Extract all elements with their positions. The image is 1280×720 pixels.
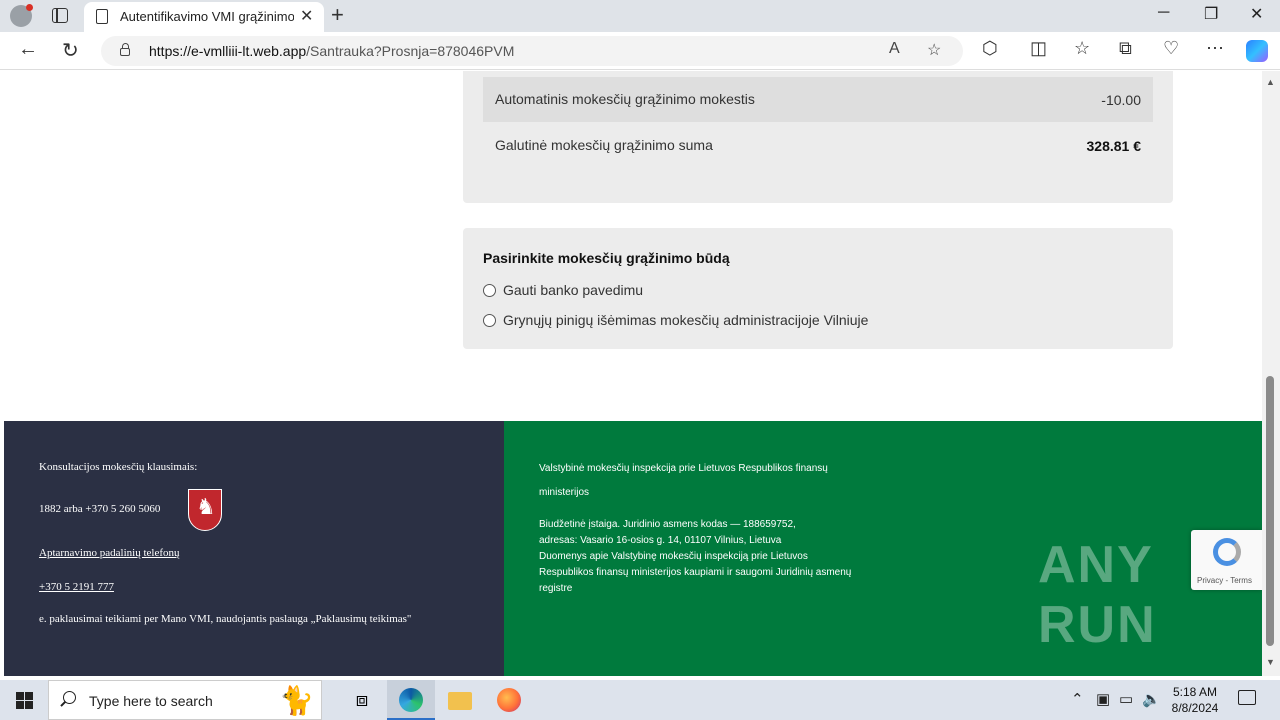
radio-cash-withdrawal[interactable] xyxy=(483,313,496,327)
option-cash-withdrawal[interactable]: Grynųjų pinigų išėmimas mokesčių adminis… xyxy=(483,310,868,330)
profile-notification-dot xyxy=(26,4,33,11)
collections-icon[interactable]: ⧉ xyxy=(1119,38,1132,59)
notification-center-icon[interactable] xyxy=(1238,690,1256,705)
taskbar-clock[interactable]: 5:18 AM 8/8/2024 xyxy=(1166,684,1224,716)
org-info-line-5: registre xyxy=(539,583,573,594)
search-icon xyxy=(63,691,76,704)
total-row: Galutinė mokesčių grąžinimo suma 328.81 … xyxy=(483,123,1153,168)
radio-bank-transfer[interactable] xyxy=(483,283,496,297)
copilot-icon[interactable] xyxy=(1246,40,1268,62)
address-toolbar: ← ↻ https://e-vmlliii-lt.web.app/Santrau… xyxy=(0,32,1280,70)
tray-network-icon[interactable]: ▭ xyxy=(1119,690,1133,708)
browser-essentials-icon[interactable]: ♡ xyxy=(1163,38,1179,59)
scroll-down-arrow-icon[interactable]: ▼ xyxy=(1266,657,1275,667)
browser-tab-active[interactable]: Autentifikavimo VMI grąžinimo s ✕ xyxy=(84,2,324,32)
taskbar-file-explorer[interactable] xyxy=(436,680,484,720)
task-view-button[interactable]: ⧈ xyxy=(338,680,386,720)
folder-icon xyxy=(448,692,472,710)
consult-label: Konsultacijos mokesčių klausimais: xyxy=(39,461,198,473)
restore-icon[interactable]: ❐ xyxy=(1204,4,1218,24)
recaptcha-terms[interactable]: Privacy - Terms xyxy=(1197,576,1252,585)
recaptcha-logo-icon xyxy=(1213,538,1241,566)
split-screen-icon[interactable]: ◫ xyxy=(1030,38,1047,59)
windows-taskbar: Type here to search 🐈 ⧈ ⌃ ▣ ▭ 🔈 5:18 AM … xyxy=(0,680,1280,720)
clock-time: 5:18 AM xyxy=(1172,685,1218,699)
footer-contacts: Konsultacijos mokesčių klausimais: 1882 … xyxy=(4,421,504,676)
lock-icon[interactable] xyxy=(120,43,130,56)
org-info-line-2: adresas: Vasario 16-osios g. 14, 01107 V… xyxy=(539,535,782,546)
tab-title: Autentifikavimo VMI grąžinimo s xyxy=(120,9,294,24)
phone-link[interactable]: +370 5 2191 777 xyxy=(39,581,114,593)
tab-close-icon[interactable]: ✕ xyxy=(300,6,313,26)
new-tab-button[interactable]: + xyxy=(331,2,344,28)
favorite-star-icon[interactable]: ☆ xyxy=(927,40,941,60)
tray-chevron-up-icon[interactable]: ⌃ xyxy=(1071,690,1084,708)
fee-row: Automatinis mokesčių grąžinimo mokestis … xyxy=(483,77,1153,122)
favorites-icon[interactable]: ☆ xyxy=(1074,38,1090,59)
document-icon xyxy=(96,9,108,24)
taskbar-search-placeholder[interactable]: Type here to search xyxy=(89,693,213,709)
org-info-line-4: Respublikos finansų ministerijos kaupiam… xyxy=(539,567,852,578)
fee-label: Automatinis mokesčių grąžinimo mokestis xyxy=(495,91,755,107)
total-value: 328.81 € xyxy=(1086,138,1142,154)
back-arrow-icon[interactable]: ← xyxy=(18,38,38,61)
scrollbar-thumb[interactable] xyxy=(1266,376,1274,646)
read-aloud-icon[interactable]: A xyxy=(889,40,900,58)
more-options-icon[interactable]: ⋯ xyxy=(1206,38,1224,59)
email-note: e. paklausimai teikiami per Mano VMI, na… xyxy=(39,613,412,625)
tray-device-icon[interactable]: ▣ xyxy=(1096,690,1110,708)
taskbar-search-box[interactable]: Type here to search 🐈 xyxy=(48,680,322,720)
refund-summary-card: Automatinis mokesčių grąžinimo mokestis … xyxy=(463,71,1173,203)
option-cash-withdrawal-label[interactable]: Grynųjų pinigų išėmimas mokesčių adminis… xyxy=(503,312,868,328)
refresh-icon[interactable]: ↻ xyxy=(62,38,79,63)
clock-date: 8/8/2024 xyxy=(1171,701,1219,715)
window-close-icon[interactable]: ✕ xyxy=(1250,4,1263,24)
org-name-line-2: ministerijos xyxy=(539,487,590,498)
phone-main: 1882 arba +370 5 260 5060 xyxy=(39,503,161,515)
org-name-line-1: Valstybinė mokesčių inspekcija prie Liet… xyxy=(539,463,828,474)
org-info-line-1: Biudžetinė įstaiga. Juridinio asmens kod… xyxy=(539,519,796,530)
edge-icon xyxy=(399,688,423,712)
search-highlight-cat-icon: 🐈 xyxy=(279,685,314,716)
tab-actions-icon[interactable] xyxy=(52,8,68,23)
fee-value: -10.00 xyxy=(1101,92,1141,108)
minimize-icon[interactable]: ─ xyxy=(1158,4,1169,22)
option-bank-transfer-label[interactable]: Gauti banko pavedimu xyxy=(503,282,643,298)
recaptcha-badge[interactable]: Privacy - Terms xyxy=(1191,530,1262,590)
total-label: Galutinė mokesčių grąžinimo suma xyxy=(495,137,713,153)
browser-tab-strip: Autentifikavimo VMI grąžinimo s ✕ + ─ ❐ … xyxy=(0,0,1280,32)
org-info-line-3: Duomenys apie Valstybinę mokesčių inspek… xyxy=(539,551,808,562)
lithuania-coat-of-arms-icon: ♞ xyxy=(188,489,222,531)
refund-method-title: Pasirinkite mokesčių grąžinimo būdą xyxy=(483,250,730,266)
page-scrollbar[interactable]: ▲ ▼ xyxy=(1262,71,1280,676)
task-view-icon: ⧈ xyxy=(355,689,369,711)
tray-volume-icon[interactable]: 🔈 xyxy=(1142,690,1161,708)
taskbar-edge[interactable] xyxy=(387,680,435,720)
windows-start-icon[interactable] xyxy=(16,692,33,709)
extensions-icon[interactable]: ⬡ xyxy=(982,38,998,59)
knight-icon: ♞ xyxy=(196,494,216,519)
taskbar-firefox[interactable] xyxy=(485,680,533,720)
firefox-icon xyxy=(497,688,521,712)
scroll-up-arrow-icon[interactable]: ▲ xyxy=(1266,77,1275,87)
address-bar[interactable]: https://e-vmlliii-lt.web.app/Santrauka?P… xyxy=(101,36,963,66)
service-phones-link[interactable]: Aptarnavimo padalinių telefonų xyxy=(39,547,180,559)
url-text[interactable]: https://e-vmlliii-lt.web.app/Santrauka?P… xyxy=(149,43,514,59)
option-bank-transfer[interactable]: Gauti banko pavedimu xyxy=(483,280,643,300)
refund-method-card: Pasirinkite mokesčių grąžinimo būdą Gaut… xyxy=(463,228,1173,349)
